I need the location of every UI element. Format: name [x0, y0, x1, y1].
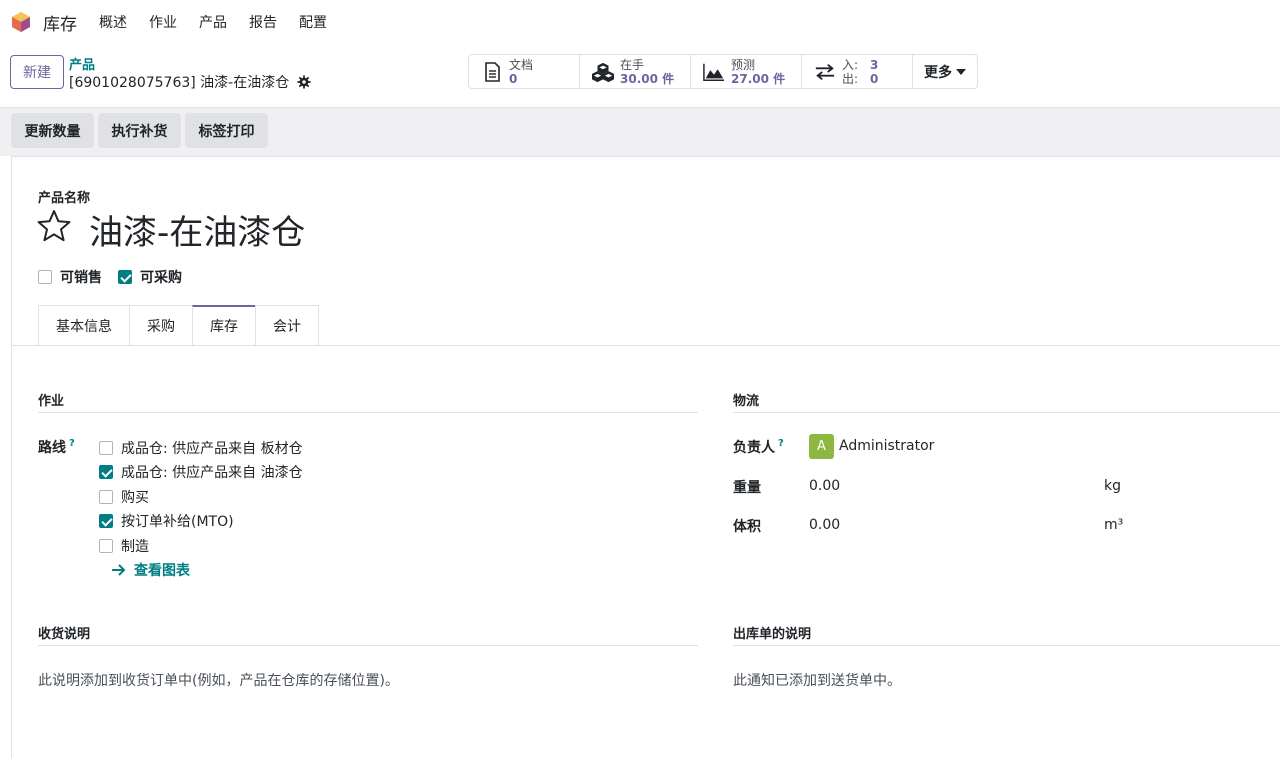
route-item: 按订单补给(MTO) — [99, 511, 234, 531]
documents-count: 0 — [509, 71, 518, 86]
can-be-sold-label: 可销售 — [60, 270, 102, 286]
inventory-app-icon[interactable] — [10, 11, 32, 33]
documents-smart-button[interactable]: 文档 0 — [469, 55, 580, 88]
avatar: A — [809, 434, 834, 459]
can-be-sold-checkbox[interactable] — [38, 270, 52, 284]
area-chart-icon — [703, 63, 725, 81]
routes-label-text: 路线 — [38, 440, 66, 456]
route-checkbox[interactable] — [99, 490, 113, 504]
weight-unit: kg — [1104, 478, 1121, 494]
route-item: 成品仓: 供应产品来自 油漆仓 — [99, 462, 303, 482]
route-item: 成品仓: 供应产品来自 板材仓 — [99, 438, 303, 458]
on-hand-label: 在手 — [620, 57, 645, 72]
caret-down-icon — [956, 68, 966, 75]
breadcrumb-parent[interactable]: 产品 — [69, 54, 95, 73]
route-item: 购买 — [99, 487, 149, 507]
notebook-tabs: 基本信息 采购 库存 会计 — [38, 305, 319, 346]
view-diagram-label: 查看图表 — [134, 563, 190, 579]
new-button[interactable]: 新建 — [10, 55, 64, 89]
out-value: 0 — [870, 71, 879, 86]
tab-purchase[interactable]: 采购 — [129, 305, 192, 346]
delivery-description-field[interactable]: 此通知已添加到送货单中。 — [733, 670, 901, 690]
nav-reporting[interactable]: 报告 — [249, 12, 277, 32]
nav-operations[interactable]: 作业 — [149, 12, 177, 32]
responsible-field[interactable]: Administrator — [839, 438, 934, 454]
route-label: 成品仓: 供应产品来自 油漆仓 — [121, 465, 303, 481]
routes-help-mark[interactable]: ? — [69, 438, 75, 449]
action-bar: 更新数量 执行补货 标签打印 — [0, 108, 1280, 156]
route-checkbox[interactable] — [99, 539, 113, 553]
forecast-value: 27.00 件 — [731, 71, 786, 86]
responsible-label: 负责人? — [733, 437, 784, 457]
view-diagram-link[interactable]: 查看图表 — [112, 560, 190, 580]
route-label: 购买 — [121, 490, 149, 506]
replenish-button[interactable]: 执行补货 — [98, 113, 181, 148]
arrow-right-icon — [112, 564, 126, 576]
tab-inventory[interactable]: 库存 — [192, 305, 255, 346]
receipt-description-title: 收货说明 — [38, 623, 698, 646]
nav-products[interactable]: 产品 — [199, 12, 227, 32]
operations-section-title: 作业 — [38, 390, 698, 413]
top-navbar: 库存 概述 作业 产品 报告 配置 — [0, 0, 1280, 44]
update-quantity-button[interactable]: 更新数量 — [11, 113, 94, 148]
can-be-purchased-label: 可采购 — [140, 270, 182, 286]
control-panel: 新建 产品 [6901028075763] 油漆-在油漆仓 文档 0 在手 30… — [0, 44, 1280, 108]
product-name-label: 产品名称 — [38, 191, 91, 206]
in-value: 3 — [870, 57, 879, 72]
route-checkbox[interactable] — [99, 514, 113, 528]
tab-divider — [12, 345, 1280, 346]
gear-icon[interactable] — [297, 75, 311, 89]
smart-buttons: 文档 0 在手 30.00 件 预测 27.00 件 入: 3 出: 0 更多 — [468, 54, 978, 89]
product-options: 可销售 可采购 — [38, 267, 198, 287]
breadcrumb-current: [6901028075763] 油漆-在油漆仓 — [69, 72, 311, 92]
more-dropdown[interactable]: 更多 — [913, 55, 977, 88]
more-label: 更多 — [924, 64, 952, 81]
forecast-label: 预测 — [731, 57, 756, 72]
responsible-help-mark[interactable]: ? — [778, 438, 784, 449]
weight-label: 重量 — [733, 480, 761, 496]
star-icon[interactable] — [37, 209, 71, 243]
app-title[interactable]: 库存 — [43, 10, 77, 35]
print-labels-button[interactable]: 标签打印 — [185, 113, 268, 148]
routes-label: 路线? — [38, 437, 75, 457]
exchange-icon — [815, 63, 835, 80]
logistics-section-title: 物流 — [733, 390, 1280, 413]
on-hand-value: 30.00 件 — [620, 71, 675, 86]
can-be-purchased-checkbox[interactable] — [118, 270, 132, 284]
route-checkbox[interactable] — [99, 465, 113, 479]
route-checkbox[interactable] — [99, 441, 113, 455]
on-hand-smart-button[interactable]: 在手 30.00 件 — [580, 55, 691, 88]
in-out-smart-button[interactable]: 入: 3 出: 0 — [802, 55, 913, 88]
documents-label: 文档 — [509, 57, 534, 72]
forecast-smart-button[interactable]: 预测 27.00 件 — [691, 55, 802, 88]
volume-field[interactable]: 0.00 — [809, 517, 840, 533]
weight-field[interactable]: 0.00 — [809, 478, 840, 494]
route-label: 制造 — [121, 539, 149, 555]
form-sheet: 产品名称 油漆-在油漆仓 可销售 可采购 基本信息 采购 库存 会计 作业 路线… — [11, 156, 1280, 758]
nav-overview[interactable]: 概述 — [99, 12, 127, 32]
volume-unit: m³ — [1104, 517, 1124, 533]
route-label: 按订单补给(MTO) — [121, 514, 234, 530]
product-name[interactable]: 油漆-在油漆仓 — [89, 205, 305, 254]
in-label: 入: — [842, 57, 859, 72]
breadcrumb-current-label: [6901028075763] 油漆-在油漆仓 — [69, 75, 290, 91]
nav-configuration[interactable]: 配置 — [299, 12, 327, 32]
responsible-label-text: 负责人 — [733, 440, 775, 456]
route-item: 制造 — [99, 536, 149, 556]
delivery-description-title: 出库单的说明 — [733, 623, 1280, 646]
volume-label: 体积 — [733, 519, 761, 535]
out-label: 出: — [842, 71, 859, 86]
cubes-icon — [592, 62, 614, 82]
tab-accounting[interactable]: 会计 — [255, 305, 319, 346]
document-icon — [485, 61, 500, 82]
route-label: 成品仓: 供应产品来自 板材仓 — [121, 441, 303, 457]
tab-general-info[interactable]: 基本信息 — [38, 305, 129, 346]
receipt-description-field[interactable]: 此说明添加到收货订单中(例如，产品在仓库的存储位置)。 — [38, 670, 399, 690]
